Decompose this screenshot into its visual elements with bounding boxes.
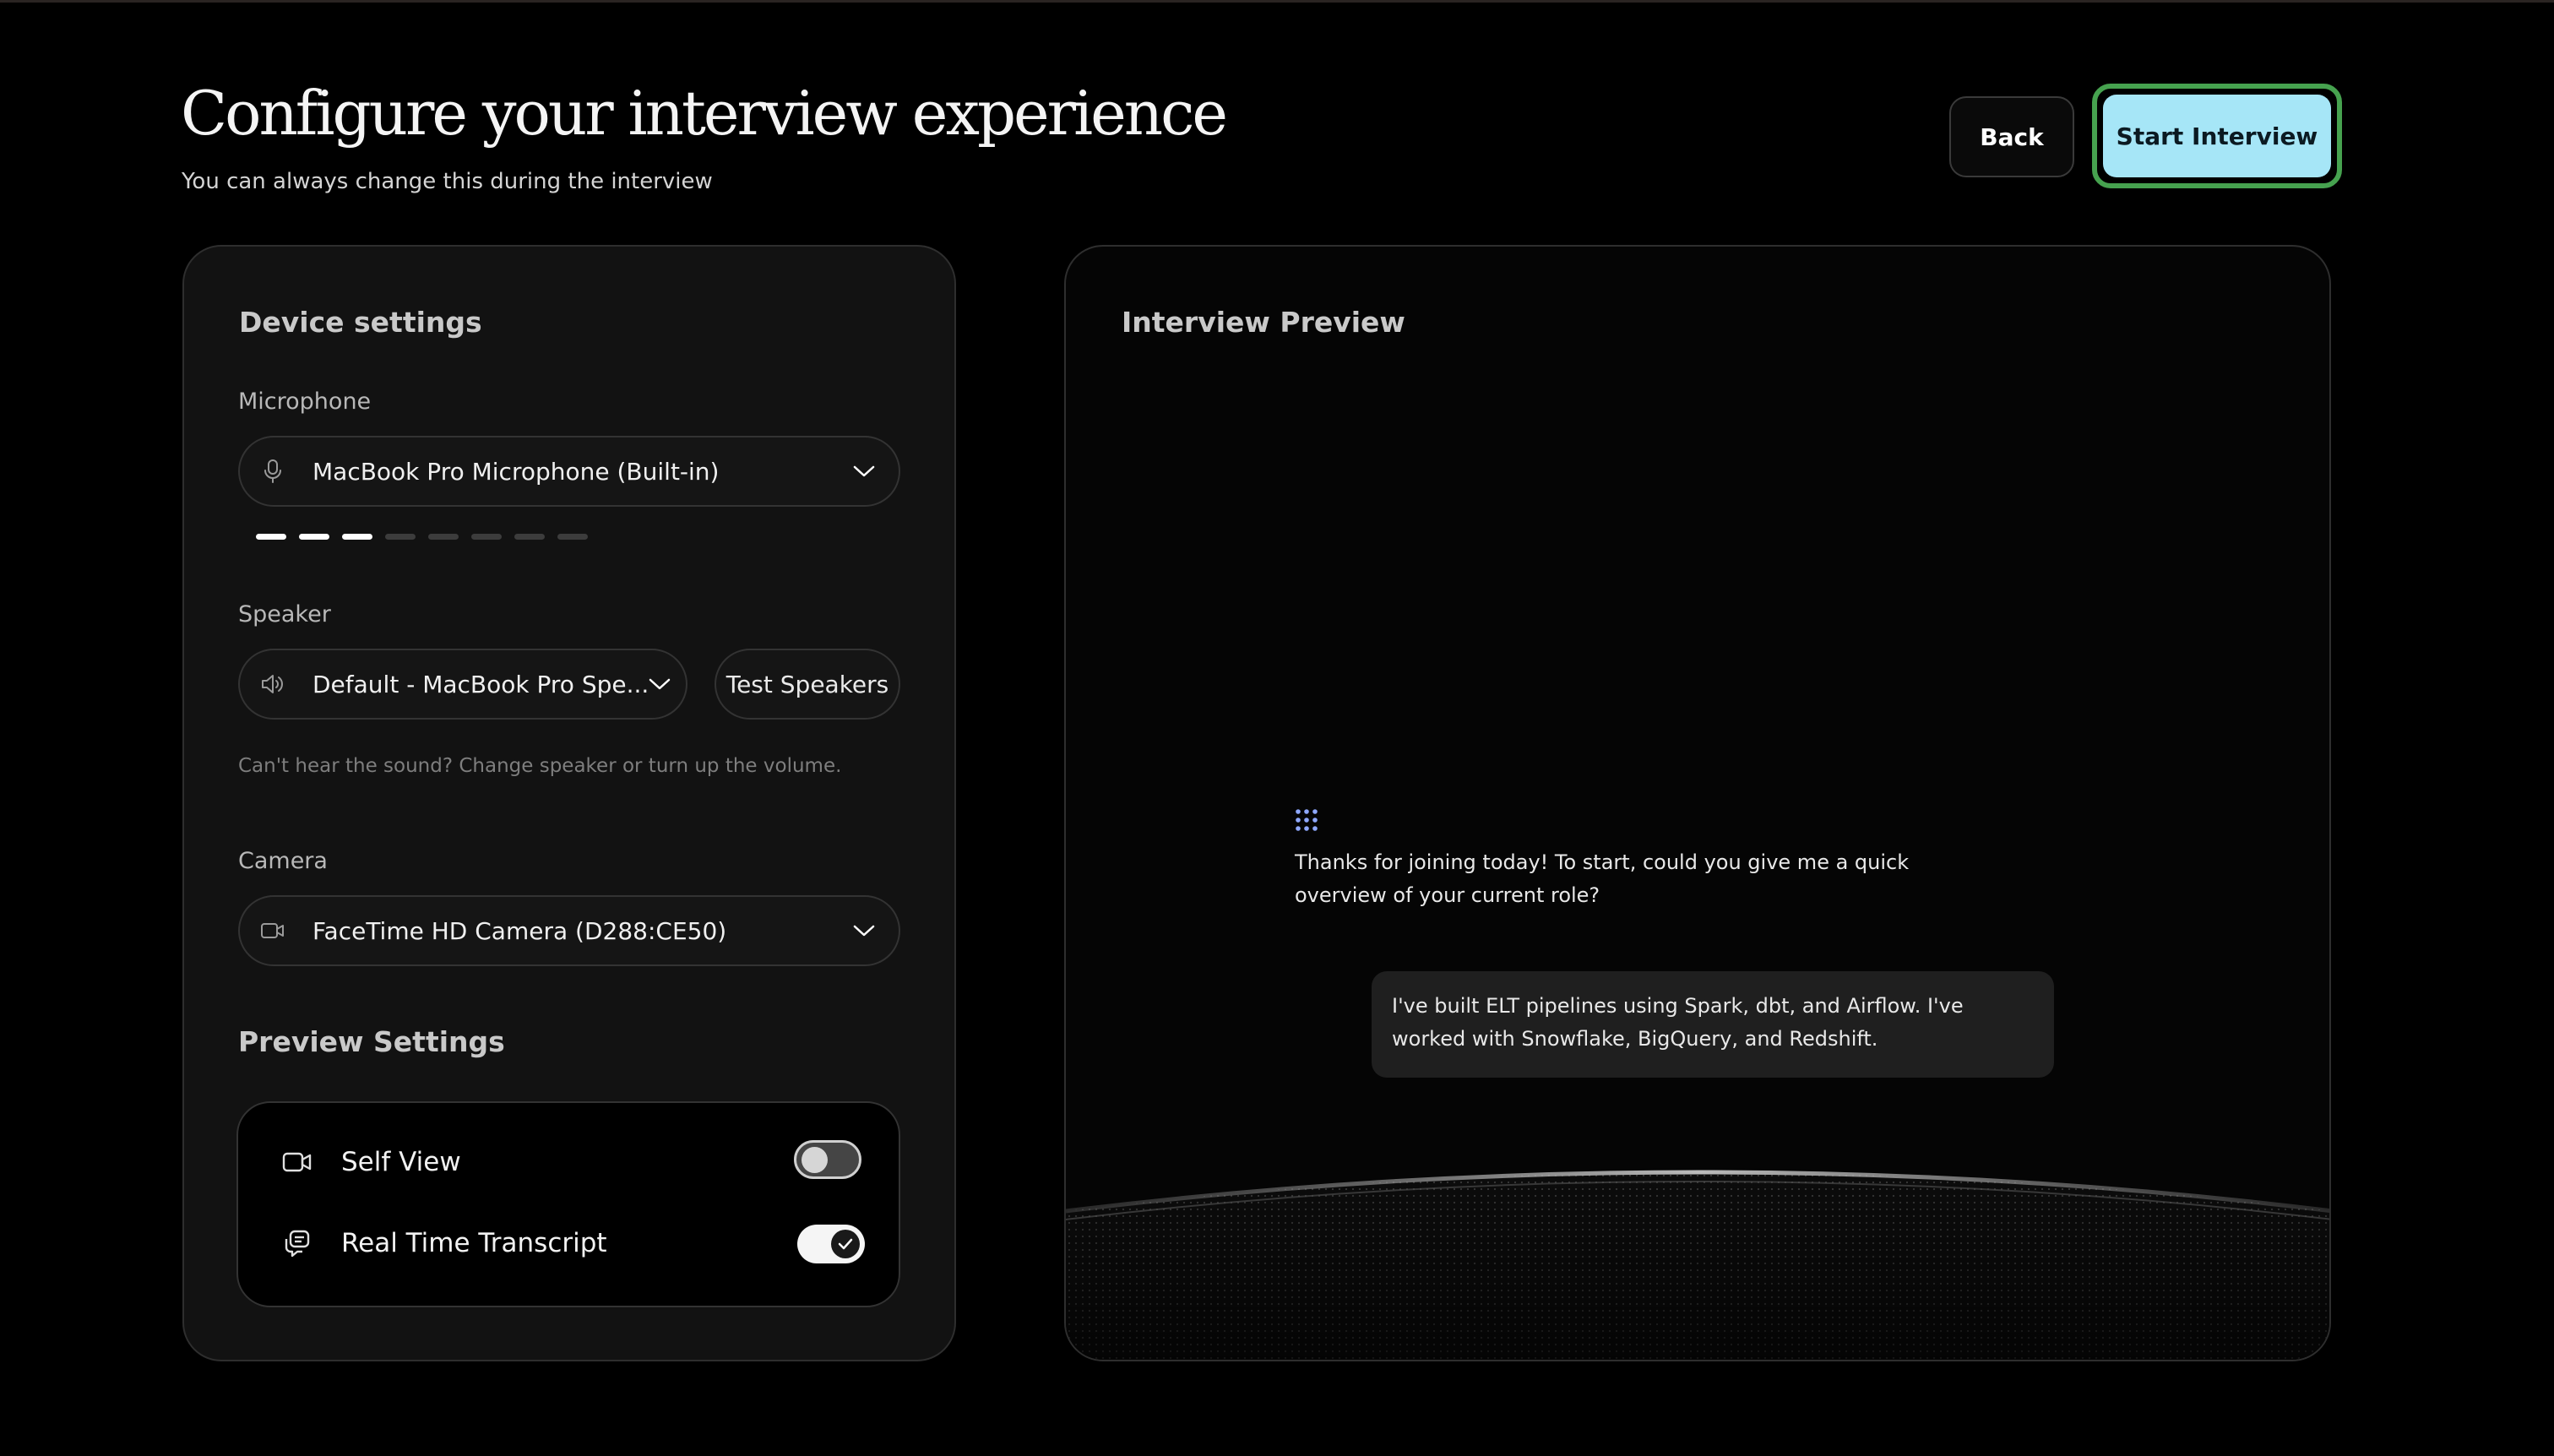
speaker-icon <box>260 671 285 697</box>
level-segment-5 <box>428 534 459 540</box>
top-edge-line <box>0 0 2554 3</box>
transcript-icon <box>282 1228 312 1258</box>
page-title: Configure your interview experience <box>181 78 1228 149</box>
microphone-icon <box>260 459 285 484</box>
level-segment-6 <box>471 534 502 540</box>
camera-select-value: FaceTime HD Camera (D288:CE50) <box>312 916 727 945</box>
start-interview-focus-ring: Start Interview <box>2092 84 2342 188</box>
chevron-down-icon <box>851 918 877 943</box>
level-segment-8 <box>557 534 588 540</box>
speaker-select-value: Default - MacBook Pro Spe... <box>312 670 649 698</box>
microphone-level-meter <box>256 534 594 542</box>
real-time-transcript-toggle[interactable] <box>797 1225 865 1263</box>
video-camera-icon <box>260 918 285 943</box>
level-segment-7 <box>514 534 545 540</box>
self-view-toggle[interactable] <box>794 1140 861 1179</box>
microphone-select-value: MacBook Pro Microphone (Built-in) <box>312 457 720 486</box>
interview-preview-card: Interview Preview Thanks for joining tod… <box>1064 245 2331 1361</box>
back-button[interactable]: Back <box>1949 96 2074 177</box>
video-camera-icon <box>282 1147 312 1177</box>
toggle-knob <box>802 1147 828 1173</box>
chevron-down-icon <box>649 671 671 697</box>
level-segment-3 <box>342 534 372 540</box>
chevron-down-icon <box>851 459 877 484</box>
interview-preview-title: Interview Preview <box>1122 306 1405 339</box>
globe-mesh-graphic <box>1066 1170 2329 1360</box>
start-interview-button[interactable]: Start Interview <box>2103 95 2331 177</box>
self-view-label: Self View <box>341 1147 461 1177</box>
speaker-label: Speaker <box>238 601 331 627</box>
dot-grid-icon <box>1294 807 1319 833</box>
toggle-knob <box>831 1230 860 1258</box>
preview-settings-title: Preview Settings <box>238 1025 505 1058</box>
device-settings-title: Device settings <box>239 306 482 339</box>
user-message-bubble: I've built ELT pipelines using Spark, db… <box>1372 971 2054 1078</box>
preview-settings-box: Self View Real Time Transcript <box>236 1101 900 1307</box>
camera-label: Camera <box>238 848 328 874</box>
check-icon <box>838 1238 853 1250</box>
ai-message: Thanks for joining today! To start, coul… <box>1295 850 1910 907</box>
level-segment-4 <box>385 534 416 540</box>
microphone-label: Microphone <box>238 388 372 415</box>
user-message-text: I've built ELT pipelines using Spark, db… <box>1392 994 1964 1051</box>
level-segment-2 <box>299 534 329 540</box>
microphone-select[interactable]: MacBook Pro Microphone (Built-in) <box>238 436 900 507</box>
real-time-transcript-label: Real Time Transcript <box>341 1228 607 1258</box>
page-subtitle: You can always change this during the in… <box>182 169 713 194</box>
camera-select[interactable]: FaceTime HD Camera (D288:CE50) <box>238 895 900 966</box>
speaker-hint: Can't hear the sound? Change speaker or … <box>238 755 842 777</box>
level-segment-1 <box>256 534 286 540</box>
test-speakers-button[interactable]: Test Speakers <box>715 649 900 720</box>
speaker-select[interactable]: Default - MacBook Pro Spe... <box>238 649 687 720</box>
